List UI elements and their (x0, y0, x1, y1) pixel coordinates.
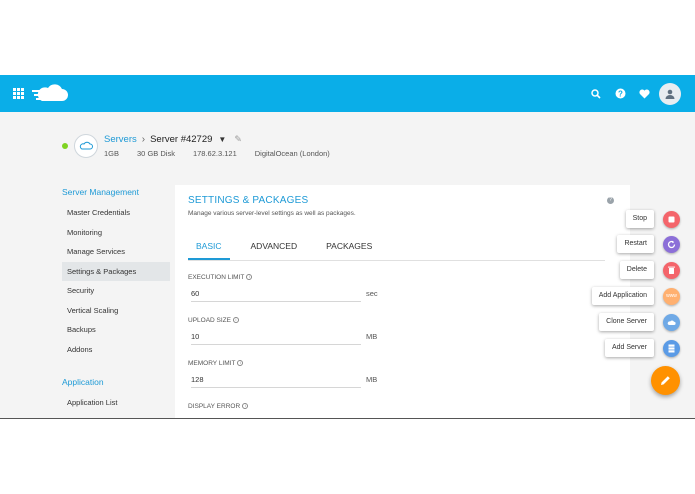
delete-button[interactable]: Delete (619, 261, 654, 279)
pencil-icon (661, 376, 670, 385)
clone-server-icon[interactable] (663, 313, 680, 331)
status-online-icon (62, 143, 68, 149)
field-display-error: DISPLAY ERROR i (188, 403, 605, 413)
server-disk: 30 GB Disk (137, 149, 175, 158)
top-bar: ? (0, 75, 695, 112)
sidebar-item-manage-services[interactable]: Manage Services (62, 242, 170, 262)
info-icon[interactable]: i (246, 274, 253, 281)
field-unit: sec (366, 289, 378, 298)
add-server-button[interactable]: Add Server (604, 339, 654, 357)
sidebar-item-addons[interactable]: Addons (62, 340, 170, 360)
cloudways-logo[interactable] (32, 83, 68, 105)
edit-fab-button[interactable] (651, 366, 680, 395)
server-ip: 178.62.3.121 (192, 149, 237, 158)
info-icon[interactable]: i (237, 360, 244, 367)
field-label: UPLOAD SIZE (188, 317, 231, 324)
action-delete[interactable]: Delete (619, 261, 680, 279)
action-restart[interactable]: Restart (617, 235, 680, 253)
www-icon[interactable]: www (663, 287, 680, 305)
info-icon[interactable]: i (242, 403, 249, 410)
sidebar-item-backups[interactable]: Backups (62, 320, 170, 340)
app-frame: ? Servers › Server #42729 ▼ ✎ 1GB 30 GB … (0, 75, 695, 419)
server-name: Server #42729 (150, 134, 213, 145)
add-application-button[interactable]: Add Application (591, 287, 654, 305)
svg-text:?: ? (618, 89, 623, 98)
heart-icon[interactable] (637, 87, 651, 101)
stop-button[interactable]: Stop (625, 210, 654, 228)
info-icon[interactable]: i (232, 317, 239, 324)
field-memory-limit: MEMORY LIMIT i 128 MB (188, 360, 605, 388)
field-unit: MB (366, 332, 378, 341)
help-icon[interactable]: ? (607, 197, 614, 204)
upload-size-input[interactable]: 10 (191, 328, 361, 345)
clone-server-button[interactable]: Clone Server (599, 313, 654, 331)
field-label: DISPLAY ERROR (188, 403, 241, 410)
action-add-application[interactable]: Add Application www (591, 287, 680, 305)
field-unit: MB (366, 375, 378, 384)
panel-subtitle: Manage various server-level settings as … (188, 210, 356, 217)
tab-advanced[interactable]: ADVANCED (243, 241, 306, 260)
pencil-icon[interactable]: ✎ (234, 134, 242, 145)
sidebar-item-settings-packages[interactable]: Settings & Packages (62, 261, 170, 281)
field-label: MEMORY LIMIT (188, 360, 236, 367)
sidebar-heading-server-management: Server Management (62, 187, 140, 197)
sidebar: Server Management Master Credentials Mon… (62, 185, 170, 413)
add-server-icon[interactable] (663, 339, 680, 357)
tab-packages[interactable]: PACKAGES (318, 241, 380, 260)
tab-bar: BASIC ADVANCED PACKAGES (188, 241, 605, 261)
trash-icon[interactable] (663, 261, 680, 279)
action-add-server[interactable]: Add Server (604, 339, 680, 357)
tab-basic[interactable]: BASIC (188, 241, 230, 260)
server-ram: 1GB (104, 149, 120, 158)
settings-panel: SETTINGS & PACKAGES Manage various serve… (175, 185, 630, 418)
execution-limit-input[interactable]: 60 (191, 285, 361, 302)
digitalocean-icon (74, 134, 98, 158)
breadcrumb-servers-link[interactable]: Servers (104, 134, 137, 145)
sidebar-item-vertical-scaling[interactable]: Vertical Scaling (62, 301, 170, 321)
restart-button[interactable]: Restart (617, 235, 654, 253)
server-meta: 1GB 30 GB Disk 178.62.3.121 DigitalOcean… (104, 149, 348, 158)
breadcrumb-separator: › (141, 134, 146, 145)
memory-limit-input[interactable]: 128 (191, 371, 361, 388)
sidebar-item-application-list[interactable]: Application List (62, 393, 170, 413)
breadcrumb: Servers › Server #42729 ▼ ✎ (104, 134, 242, 145)
stop-icon[interactable] (663, 210, 680, 228)
sidebar-item-master-credentials[interactable]: Master Credentials (62, 203, 170, 223)
help-icon[interactable]: ? (613, 87, 627, 101)
field-label: EXECUTION LIMIT (188, 274, 245, 281)
sidebar-item-security[interactable]: Security (62, 281, 170, 301)
field-execution-limit: EXECUTION LIMIT i 60 sec (188, 274, 605, 302)
server-provider: DigitalOcean (London) (254, 149, 330, 158)
restart-icon[interactable] (663, 235, 680, 253)
action-clone-server[interactable]: Clone Server (599, 313, 680, 331)
panel-title: SETTINGS & PACKAGES (188, 195, 309, 206)
apps-grid-icon[interactable] (13, 88, 24, 99)
field-upload-size: UPLOAD SIZE i 10 MB (188, 317, 605, 345)
action-stop[interactable]: Stop (625, 210, 680, 228)
search-icon[interactable] (589, 87, 603, 101)
sidebar-item-monitoring[interactable]: Monitoring (62, 223, 170, 243)
user-avatar-icon[interactable] (659, 82, 681, 105)
caret-down-icon[interactable]: ▼ (218, 135, 226, 144)
sidebar-heading-application: Application (62, 377, 104, 387)
